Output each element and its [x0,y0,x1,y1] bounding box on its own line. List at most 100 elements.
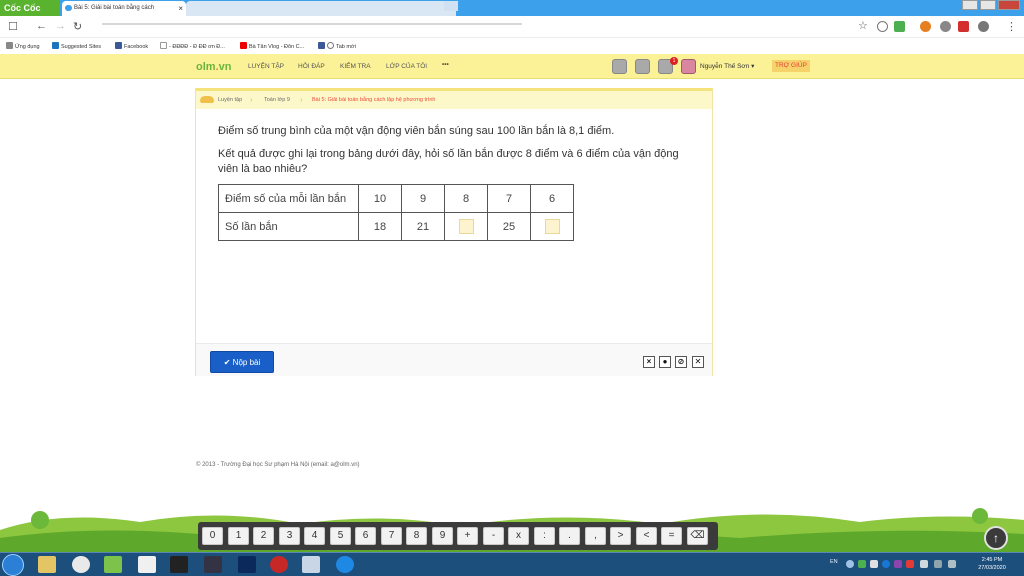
table-cell: Điểm số của mỗi lần bắn [218,184,359,213]
folder-icon[interactable] [38,556,56,573]
help-button[interactable]: TRỢ GIÚP [772,60,810,72]
calculator-icon[interactable] [302,556,320,573]
key-9[interactable]: 9 [432,527,453,545]
tray-icon[interactable] [846,560,854,568]
back-icon[interactable]: ← [36,20,47,32]
key-4[interactable]: 4 [304,527,325,545]
close-window-button[interactable] [998,0,1020,10]
key-8[interactable]: 8 [406,527,427,545]
key-equals[interactable]: = [661,527,682,545]
math-keypad: 0 1 2 3 4 5 6 7 8 9 + - x : . , > < = ⌫ [198,522,718,550]
shield-icon[interactable] [877,21,888,32]
tab-inactive[interactable] [186,1,456,16]
browser-brand: Cốc Cốc [4,3,41,13]
key-dot[interactable]: . [559,527,580,545]
game-icon[interactable] [170,556,188,573]
answer-input-8[interactable] [458,219,474,234]
tray-icon[interactable] [870,560,878,568]
key-comma[interactable]: , [585,527,606,545]
key-divide[interactable]: : [534,527,555,545]
site-navbar: olm.vn LUYỆN TẬP HỎI ĐÁP KIỂM TRA LỚP CỦ… [0,54,1024,79]
forward-icon[interactable]: → [55,20,66,32]
app-icon[interactable] [138,556,156,573]
tray-icon[interactable] [906,560,914,568]
windows-start-icon[interactable] [2,554,24,576]
olm-logo[interactable]: olm.vn [196,61,231,73]
key-multiply[interactable]: x [508,527,529,545]
key-plus[interactable]: + [457,527,478,545]
clock[interactable]: 2:45 PM 27/03/2020 [976,556,1008,572]
breadcrumb-toan-lop-9[interactable]: Toán lớp 9 [264,97,290,103]
tray-icon[interactable] [894,560,902,568]
key-3[interactable]: 3 [279,527,300,545]
zalo-icon[interactable] [336,556,354,573]
block-icon[interactable]: ⊘ [675,356,687,368]
tray-icon[interactable] [882,560,890,568]
submit-button[interactable]: ✔ Nộp bài [210,351,274,373]
profile-icon[interactable] [978,21,989,32]
tray-icon[interactable] [858,560,866,568]
address-bar[interactable] [92,19,852,35]
chat-icon[interactable] [635,59,650,74]
tab-close-icon[interactable]: × [178,1,183,16]
key-minus[interactable]: - [483,527,504,545]
volume-icon[interactable] [948,560,956,568]
star-icon[interactable]: ☆ [858,19,868,32]
record-icon[interactable]: ● [659,356,671,368]
clear-icon[interactable]: × [643,356,655,368]
bookmark-apps[interactable]: Ứng dụng [6,42,40,50]
extension-icon-2[interactable] [940,21,951,32]
key-6[interactable]: 6 [355,527,376,545]
photoshop-icon[interactable] [238,556,256,573]
nav-hoi-dap[interactable]: HỎI ĐÁP [298,63,325,70]
bookmark-youtube[interactable]: Bà Tân Vlog - Đôn C... [240,42,304,50]
coccoc-icon[interactable] [104,556,122,573]
nav-kiem-tra[interactable]: KIỂM TRA [340,63,371,70]
cloud-favicon-icon [65,5,72,11]
answer-input-6[interactable] [544,219,560,234]
browser-tab-strip: Cốc Cốc Bài 5: Giải bài toán bằng cách × [0,0,1024,16]
key-1[interactable]: 1 [228,527,249,545]
download-icon[interactable] [894,21,905,32]
scroll-top-icon[interactable]: ↑ [984,526,1008,550]
nav-lop-cua-toi[interactable]: LỚP CỦA TÔI [386,63,427,70]
reload-icon[interactable]: ↻ [73,20,82,33]
extension-icon[interactable] [920,21,931,32]
coccoc-menu-button[interactable]: Cốc Cốc [0,0,60,16]
chrome-icon[interactable] [72,556,90,573]
flag-icon[interactable] [920,560,928,568]
key-less[interactable]: < [636,527,657,545]
key-2[interactable]: 2 [253,527,274,545]
globe-icon [327,42,334,49]
language-indicator[interactable]: EN [830,559,838,565]
key-5[interactable]: 5 [330,527,351,545]
maximize-button[interactable] [980,0,996,10]
sidebar-icon[interactable]: ☐ [8,20,18,33]
minimize-button[interactable] [962,0,978,10]
key-greater[interactable]: > [610,527,631,545]
network-icon[interactable] [934,560,942,568]
key-0[interactable]: 0 [202,527,223,545]
nav-more-icon[interactable]: ••• [442,61,449,68]
close-icon[interactable]: ✕ [692,356,704,368]
breadcrumb-luyen-tap[interactable]: Luyện tập [218,97,242,103]
menu-icon[interactable]: ⋮ [1006,20,1017,33]
bookmark-suggested-sites[interactable]: Suggested Sites [52,42,101,50]
nav-luyen-tap[interactable]: LUYỆN TẬP [248,63,284,70]
tab-active[interactable]: Bài 5: Giải bài toán bằng cách × [62,1,186,16]
table-row: Điểm số của mỗi lần bắn 10 9 8 7 6 [218,184,574,213]
backspace-icon[interactable]: ⌫ [687,527,708,545]
bookmark-new-tab[interactable]: Tab mới [318,42,356,50]
media-icon[interactable] [204,556,222,573]
tab-title: Bài 5: Giải bài toán bằng cách [74,5,155,11]
avatar[interactable] [681,59,696,74]
bookmark-facebook[interactable]: Facebook [115,42,148,50]
user-menu[interactable]: Nguyễn Thế Sơn ▾ [700,62,754,70]
record-app-icon[interactable] [270,556,288,573]
extension-icon-3[interactable] [958,21,969,32]
key-7[interactable]: 7 [381,527,402,545]
user-add-icon[interactable] [612,59,627,74]
new-tab-button[interactable] [444,1,458,11]
bookmark-item-4[interactable]: - ĐĐĐĐ - Đ ĐĐ ơn Đ... [160,42,225,50]
table-cell: 9 [401,184,445,213]
